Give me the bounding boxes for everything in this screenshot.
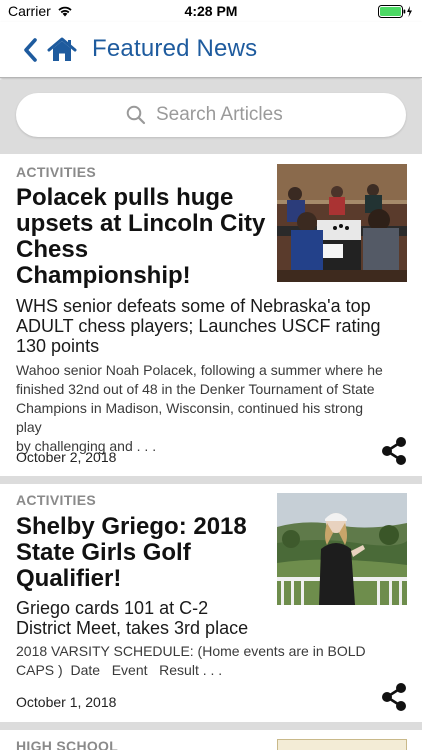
share-icon xyxy=(382,683,406,711)
article-snippet: 2018 VARSITY SCHEDULE: (Home events are … xyxy=(16,642,388,680)
headline-line: State Girls Golf xyxy=(16,539,191,566)
share-button[interactable] xyxy=(380,436,408,466)
search-bar[interactable] xyxy=(16,93,406,137)
article-card[interactable]: ACTIVITIES Shelby Griego: 2018 State Gir… xyxy=(0,484,422,722)
article-subheadline: WHS senior defeats some of Nebraska'a to… xyxy=(16,296,381,356)
subhead-line: 130 points xyxy=(16,336,100,356)
share-button[interactable] xyxy=(380,682,408,712)
article-card[interactable]: HIGH SCHOOL xyxy=(0,730,422,750)
article-category: HIGH SCHOOL xyxy=(16,738,119,750)
headline-line: upsets at Lincoln City xyxy=(16,210,266,237)
snippet-line: 2018 VARSITY SCHEDULE: (Home events are … xyxy=(16,643,366,659)
article-category: ACTIVITIES xyxy=(16,164,97,180)
article-separator xyxy=(0,722,422,730)
golf-course-photo xyxy=(277,493,407,605)
status-bar: Carrier 4:28 PM xyxy=(0,0,422,22)
navigation-bar: Featured News xyxy=(0,22,422,78)
subhead-line: District Meet, takes 3rd place xyxy=(16,618,249,638)
subhead-line: WHS senior defeats some of Nebraska'a to… xyxy=(16,296,371,316)
share-icon xyxy=(382,437,406,465)
battery-icon xyxy=(378,5,414,18)
article-snippet: Wahoo senior Noah Polacek, following a s… xyxy=(16,361,388,456)
snippet-line: finished 32nd out of 48 in the Denker To… xyxy=(16,381,375,397)
headline-line: Qualifier! xyxy=(16,565,122,592)
headline-line: Championship! xyxy=(16,262,191,289)
status-time: 4:28 PM xyxy=(184,3,238,19)
article-separator xyxy=(0,476,422,484)
search-area xyxy=(0,80,422,154)
article-subheadline: Griego cards 101 at C-2 District Meet, t… xyxy=(16,598,248,638)
search-input[interactable] xyxy=(156,104,296,126)
headline-line: Polacek pulls huge xyxy=(16,184,234,211)
magnifier-icon xyxy=(126,105,146,125)
subhead-line: ADULT chess players; Launches USCF ratin… xyxy=(16,316,381,336)
snippet-line: Wahoo senior Noah Polacek, following a s… xyxy=(16,362,383,378)
article-date: October 2, 2018 xyxy=(16,449,117,465)
headline-line: Shelby Griego: 2018 xyxy=(16,513,247,540)
article-headline: Shelby Griego: 2018 State Girls Golf Qua… xyxy=(16,514,247,592)
home-icon xyxy=(47,37,77,61)
page-title: Featured News xyxy=(92,35,258,62)
article-headline: Polacek pulls huge upsets at Lincoln Cit… xyxy=(16,185,265,289)
subhead-line: Griego cards 101 at C-2 xyxy=(16,598,209,618)
headline-line: Chess xyxy=(16,236,89,263)
article-date: October 1, 2018 xyxy=(16,694,117,710)
snippet-line: Champions in Madison, Wisconsin, continu… xyxy=(16,400,364,435)
article-card[interactable]: ACTIVITIES Polacek pulls huge upsets at … xyxy=(0,154,422,476)
back-button[interactable] xyxy=(20,36,42,64)
article-thumbnail xyxy=(277,739,407,750)
home-button[interactable] xyxy=(47,36,77,64)
chess-tournament-photo xyxy=(277,164,407,282)
article-category: ACTIVITIES xyxy=(16,492,97,508)
snippet-line: CAPS ) Date Event Result . . . xyxy=(16,662,223,678)
chevron-left-icon xyxy=(24,38,37,62)
